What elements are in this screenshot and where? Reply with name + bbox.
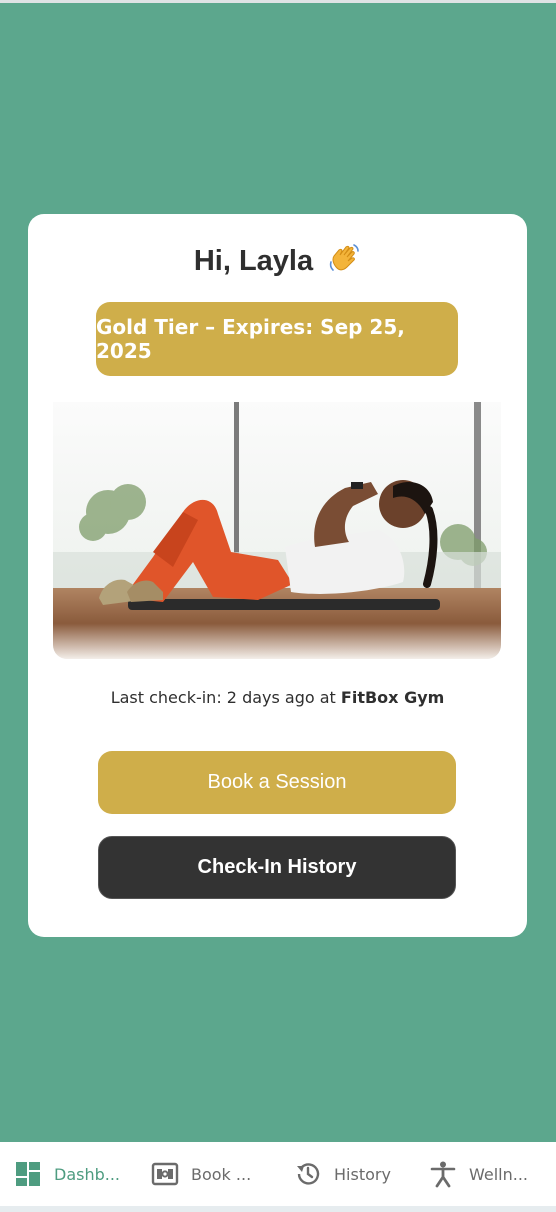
history-icon: [297, 1163, 320, 1185]
wellness-figure-icon: [430, 1161, 456, 1188]
nav-label-history: History: [334, 1164, 391, 1184]
bottom-strip: [0, 1206, 556, 1212]
dashboard-card: Hi, Layla Gold Tier – Expires: Sep 25, 2…: [28, 214, 527, 937]
last-checkin-text: Last check-in: 2 days ago at FitBox Gym: [28, 688, 527, 707]
nav-item-history[interactable]: History: [294, 1142, 391, 1206]
calendar-board-icon: [151, 1162, 179, 1186]
nav-item-wellness[interactable]: Welln...: [429, 1142, 528, 1206]
nav-label-book: Book ...: [191, 1164, 252, 1184]
woman-doing-crunches-photo: [53, 402, 501, 659]
dashboard-icon: [16, 1162, 40, 1186]
nav-label-dashboard: Dashb...: [54, 1164, 121, 1184]
greeting-heading: Hi, Layla: [28, 242, 527, 278]
membership-tier-badge: Gold Tier – Expires: Sep 25, 2025: [96, 302, 458, 376]
greeting-text: Hi, Layla: [193, 245, 314, 277]
book-session-button[interactable]: Book a Session: [98, 751, 456, 814]
last-checkin-gym: FitBox Gym: [340, 688, 445, 707]
last-checkin-prefix: Last check-in: 2 days ago at: [110, 688, 341, 707]
nav-item-dashboard[interactable]: Dashb...: [14, 1142, 120, 1206]
nav-item-book[interactable]: Book ...: [151, 1142, 251, 1206]
waving-hand-icon: [327, 242, 361, 274]
nav-label-wellness: Welln...: [469, 1164, 529, 1184]
app-screen: Hi, Layla Gold Tier – Expires: Sep 25, 2…: [0, 3, 556, 1142]
checkin-history-button[interactable]: Check-In History: [98, 836, 456, 899]
bottom-nav: Dashb... Book ... History Welln...: [0, 1142, 556, 1206]
